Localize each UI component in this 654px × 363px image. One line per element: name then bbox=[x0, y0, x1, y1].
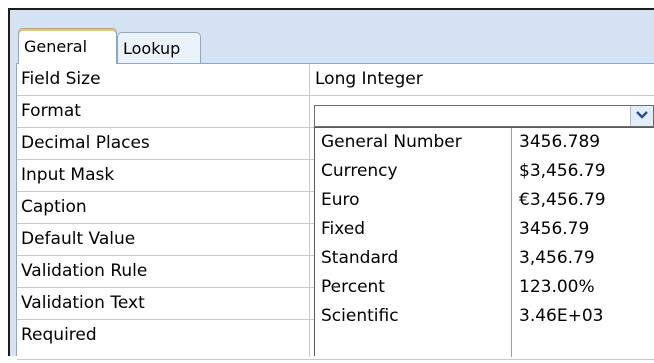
format-dropdown-list: General Number 3456.789 Currency $3,456.… bbox=[314, 127, 654, 357]
property-value[interactable]: Long Integer bbox=[315, 64, 423, 95]
option-name: Standard bbox=[321, 248, 399, 268]
property-label: Decimal Places bbox=[21, 133, 150, 153]
format-option-euro[interactable]: Euro €3,456.79 bbox=[315, 186, 654, 215]
property-label: Validation Text bbox=[21, 293, 145, 313]
property-label: Default Value bbox=[21, 229, 136, 249]
option-name: Percent bbox=[321, 277, 385, 297]
option-name: Euro bbox=[321, 190, 360, 210]
property-row-field-size[interactable]: Field Size Long Integer bbox=[17, 64, 654, 96]
option-sample: 3,456.79 bbox=[519, 248, 595, 268]
option-name: Scientific bbox=[321, 306, 399, 326]
option-sample: $3,456.79 bbox=[519, 161, 606, 181]
format-option-percent[interactable]: Percent 123.00% bbox=[315, 273, 654, 302]
property-label: Field Size bbox=[21, 69, 101, 89]
option-name: Currency bbox=[321, 161, 398, 181]
format-combobox[interactable] bbox=[314, 105, 654, 127]
option-name: General Number bbox=[321, 132, 462, 152]
property-label: Caption bbox=[21, 197, 87, 217]
format-option-currency[interactable]: Currency $3,456.79 bbox=[315, 157, 654, 186]
tab-general[interactable]: General bbox=[18, 28, 117, 64]
property-label: Input Mask bbox=[21, 165, 115, 185]
tab-lookup[interactable]: Lookup bbox=[117, 32, 201, 64]
format-option-standard[interactable]: Standard 3,456.79 bbox=[315, 244, 654, 273]
property-label: Format bbox=[21, 101, 81, 121]
format-option-fixed[interactable]: Fixed 3456.79 bbox=[315, 215, 654, 244]
option-sample: 123.00% bbox=[519, 277, 595, 297]
format-option-general-number[interactable]: General Number 3456.789 bbox=[315, 128, 654, 157]
chevron-down-icon[interactable] bbox=[630, 106, 653, 126]
property-label: Validation Rule bbox=[21, 261, 148, 281]
format-option-scientific[interactable]: Scientific 3.46E+03 bbox=[315, 302, 654, 331]
option-name: Fixed bbox=[321, 219, 366, 239]
option-sample: 3456.79 bbox=[519, 219, 590, 239]
option-sample: €3,456.79 bbox=[519, 190, 606, 210]
property-label: Required bbox=[21, 325, 97, 345]
option-sample: 3.46E+03 bbox=[519, 306, 604, 326]
option-sample: 3456.789 bbox=[519, 132, 601, 152]
